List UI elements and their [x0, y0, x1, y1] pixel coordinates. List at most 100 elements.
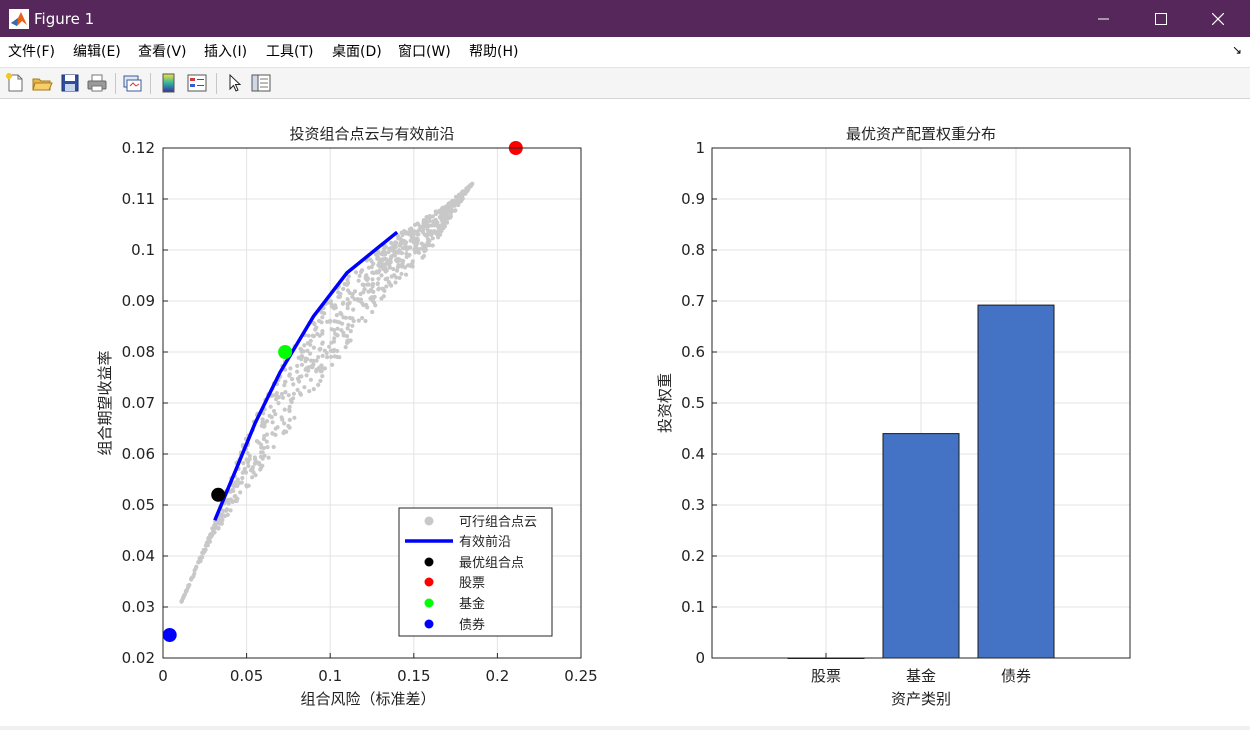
colorbar-icon[interactable] [158, 72, 180, 94]
cloud-point [213, 524, 218, 529]
cloud-point [370, 270, 375, 275]
cloud-point [376, 276, 381, 281]
cloud-point [270, 420, 275, 425]
scatter-legend[interactable]: 可行组合点云 有效前沿 最优组合点 股票 基金 债券 [398, 507, 553, 637]
cloud-point [335, 348, 340, 354]
cloud-point [380, 258, 385, 263]
new-figure-icon[interactable] [4, 72, 26, 94]
cloud-point [317, 347, 322, 352]
close-icon [1212, 12, 1224, 25]
menu-help[interactable]: 帮助(H) [469, 43, 518, 61]
print-icon[interactable] [86, 72, 108, 94]
cloud-point [270, 431, 275, 436]
cloud-point [377, 286, 382, 291]
cloud-point [376, 250, 381, 255]
y-tick-label: 0 [695, 649, 705, 667]
cloud-point [320, 315, 325, 320]
legend-label-frontier: 有效前沿 [459, 534, 511, 550]
cloud-point [295, 363, 300, 368]
cloud-point [389, 283, 394, 288]
menu-tools[interactable]: 工具(T) [266, 43, 313, 61]
cloud-point [304, 373, 309, 378]
link-figure-icon[interactable] [121, 72, 143, 94]
dock-arrow-icon[interactable]: ↘ [1232, 43, 1242, 57]
cloud-point [262, 434, 267, 439]
cloud-point [306, 333, 311, 338]
bar-axes[interactable]: 股票 基金 债券 0 0.1 0.2 0.3 0.4 0.5 0.6 0.7 0.8 0.9 1 最优资… [656, 125, 1131, 708]
y-tick-label: 0.05 [122, 496, 155, 514]
cloud-point [372, 294, 377, 299]
cloud-point [253, 459, 258, 464]
cloud-point [276, 401, 281, 406]
menu-desktop[interactable]: 桌面(D) [332, 43, 382, 61]
cloud-point [313, 327, 318, 332]
fund-point [278, 345, 293, 359]
cloud-point [379, 273, 384, 278]
minimize-button[interactable] [1076, 0, 1132, 37]
cloud-point [360, 315, 365, 321]
cloud-point [442, 224, 447, 229]
cloud-point [462, 191, 467, 196]
cloud-point [279, 391, 284, 397]
cloud-point [329, 354, 334, 359]
bond-point [162, 628, 177, 642]
cloud-point [302, 343, 307, 348]
cloud-point [345, 288, 351, 293]
close-button[interactable] [1190, 0, 1246, 37]
legend-icon[interactable] [186, 72, 208, 94]
cloud-point [392, 250, 397, 256]
legend-marker-fund [424, 598, 434, 608]
menu-view[interactable]: 查看(V) [138, 43, 187, 61]
cloud-point [319, 365, 325, 370]
cloud-point [271, 444, 276, 450]
cloud-point [287, 408, 292, 414]
cloud-point [370, 281, 376, 287]
cloud-point [348, 329, 353, 334]
property-inspector-icon[interactable] [250, 72, 272, 94]
open-file-icon[interactable] [31, 72, 53, 94]
cloud-point [466, 184, 471, 190]
scatter-axes[interactable]: 0 0.05 0.1 0.15 0.2 0.25 0.02 0.03 0.04 0.05 0.06… [96, 125, 598, 708]
menu-file[interactable]: 文件(F) [8, 43, 55, 61]
cloud-point [345, 277, 350, 283]
cloud-point [370, 309, 375, 315]
cloud-point [286, 393, 291, 398]
cloud-point [366, 265, 371, 270]
cloud-point [334, 313, 339, 318]
cloud-point [377, 268, 382, 273]
cloud-point [283, 379, 288, 384]
x-tick-label: 0.2 [485, 667, 509, 685]
window-titlebar: Figure 1 [0, 0, 1250, 37]
cloud-point [327, 344, 332, 349]
cloud-point [332, 336, 337, 341]
x-tick-labels: 0 0.05 0.1 0.15 0.2 0.25 [158, 667, 597, 685]
y-tick-label: 0.2 [681, 547, 705, 565]
legend-label-stock: 股票 [459, 576, 485, 591]
cloud-point [305, 341, 310, 346]
y-tick-label: 1 [695, 139, 705, 157]
menu-insert[interactable]: 插入(I) [204, 43, 247, 61]
cloud-point [179, 598, 184, 604]
cloud-point [400, 238, 405, 243]
maximize-button[interactable] [1133, 0, 1189, 37]
menu-window[interactable]: 窗口(W) [398, 43, 451, 61]
cloud-point [366, 289, 371, 294]
cloud-point [201, 550, 206, 556]
cloud-point [371, 289, 376, 294]
cloud-point [416, 232, 421, 237]
cloud-point [399, 271, 404, 276]
cloud-point [291, 382, 296, 387]
edit-plot-icon[interactable] [224, 72, 246, 94]
cloud-point [320, 353, 325, 358]
cloud-point [411, 235, 416, 240]
cloud-point [271, 408, 277, 414]
menu-edit[interactable]: 编辑(E) [73, 43, 121, 61]
cloud-point [287, 417, 292, 422]
save-icon[interactable] [59, 72, 81, 94]
cloud-point [266, 455, 271, 460]
cloud-point [381, 294, 386, 299]
cloud-point [352, 297, 357, 302]
cloud-point [287, 425, 292, 430]
bar-1 [882, 433, 960, 659]
cloud-point [308, 351, 313, 356]
